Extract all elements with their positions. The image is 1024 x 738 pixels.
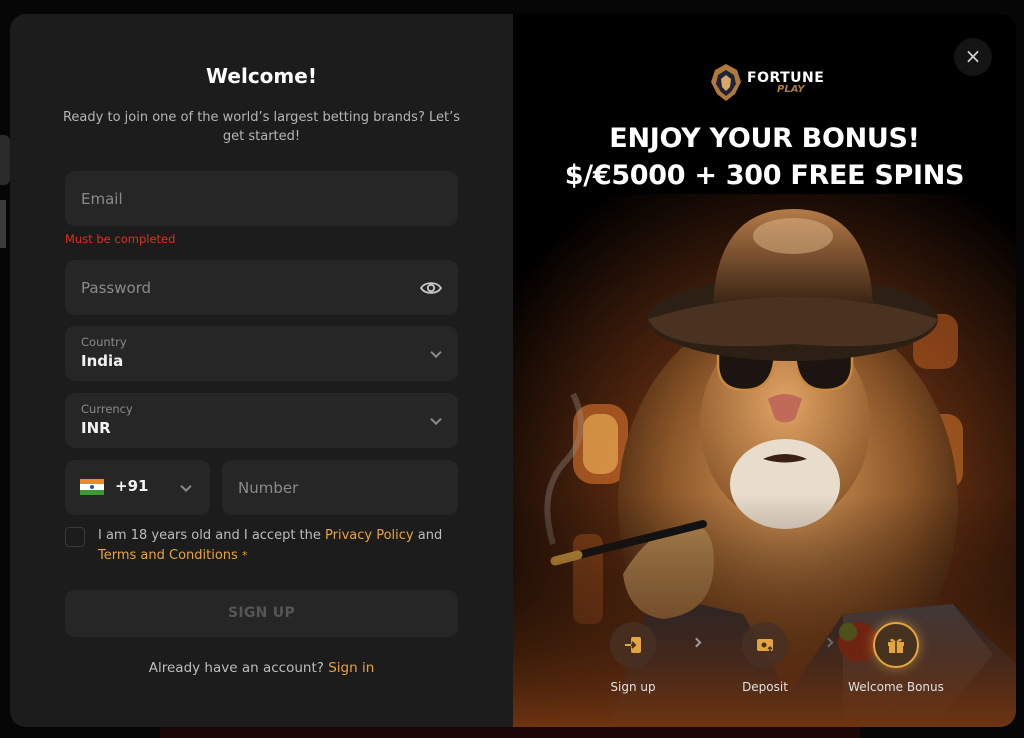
phone-number-placeholder: Number [238, 478, 299, 497]
phone-code-select[interactable]: +91 [65, 460, 210, 515]
chevron-right-icon [691, 637, 702, 648]
background-decoration [0, 135, 10, 185]
country-label: Country [81, 335, 127, 349]
form-subtitle: Ready to join one of the world’s largest… [62, 110, 460, 144]
agree-checkbox[interactable] [65, 527, 85, 547]
bonus-steps: Sign up Deposit Welcome Bonus [513, 622, 1016, 702]
background-decoration [0, 200, 6, 248]
phone-code-value: +91 [115, 477, 149, 495]
required-mark: * [241, 549, 248, 562]
chevron-right-icon [823, 637, 834, 648]
sign-in-icon [625, 637, 641, 653]
currency-select[interactable]: Currency INR [65, 393, 458, 448]
agree-text: I am 18 years old and I accept the Priva… [98, 526, 458, 566]
eye-icon[interactable] [420, 280, 442, 296]
currency-label: Currency [81, 402, 133, 416]
brand-subname: PLAY [777, 84, 805, 95]
currency-value: INR [81, 419, 111, 437]
signin-link[interactable]: Sign in [328, 660, 374, 676]
step-label: Deposit [742, 680, 788, 694]
password-field[interactable]: Password [65, 260, 458, 315]
already-text: Already have an account? [148, 660, 324, 676]
lion-logo-icon [711, 64, 741, 101]
background-banner [160, 727, 860, 738]
chevron-down-icon [180, 480, 192, 492]
chevron-down-icon [430, 413, 442, 425]
gift-icon [888, 638, 904, 653]
chevron-down-icon [430, 346, 442, 358]
country-value: India [81, 352, 124, 370]
step-sign-up: Sign up [573, 622, 693, 694]
terms-link[interactable]: Terms and Conditions [98, 548, 238, 563]
signup-modal: Welcome! Ready to join one of the world’… [10, 14, 1016, 727]
india-flag-icon [80, 479, 104, 495]
signup-button[interactable]: SIGN UP [65, 590, 458, 637]
signup-form-panel: Welcome! Ready to join one of the world’… [10, 14, 513, 727]
fortune-play-logo: FORTUNE PLAY [709, 62, 824, 104]
country-select[interactable]: Country India [65, 326, 458, 381]
close-icon: × [964, 44, 982, 68]
step-label: Sign up [610, 680, 656, 694]
password-placeholder: Password [81, 278, 152, 297]
agree-text-middle: and [413, 528, 443, 543]
signin-prompt: Already have an account? Sign in [10, 660, 513, 676]
phone-number-field[interactable]: Number [222, 460, 458, 515]
step-label: Welcome Bonus [848, 680, 944, 694]
age-terms-agreement: I am 18 years old and I accept the Priva… [65, 526, 458, 566]
step-circle [742, 622, 788, 668]
email-error: Must be completed [65, 232, 176, 246]
bonus-headline: ENJOY YOUR BONUS! $/€5000 + 300 FREE SPI… [513, 120, 1016, 194]
close-button[interactable]: × [954, 38, 992, 76]
agree-text-before: I am 18 years old and I accept the [98, 528, 326, 543]
step-circle [610, 622, 656, 668]
email-placeholder: Email [81, 189, 123, 208]
step-deposit: Deposit [705, 622, 825, 694]
wallet-icon [757, 639, 773, 652]
headline-line-2: $/€5000 + 300 FREE SPINS [564, 160, 965, 191]
step-welcome-bonus: Welcome Bonus [836, 622, 956, 694]
promo-panel: × FORTUNE PLAY ENJOY YOUR BONUS! $/€5000… [513, 14, 1016, 727]
form-title: Welcome! [206, 64, 317, 88]
headline-line-1: ENJOY YOUR BONUS! [609, 123, 920, 154]
step-circle [873, 622, 919, 668]
email-field[interactable]: Email [65, 171, 458, 226]
privacy-policy-link[interactable]: Privacy Policy [325, 528, 414, 543]
